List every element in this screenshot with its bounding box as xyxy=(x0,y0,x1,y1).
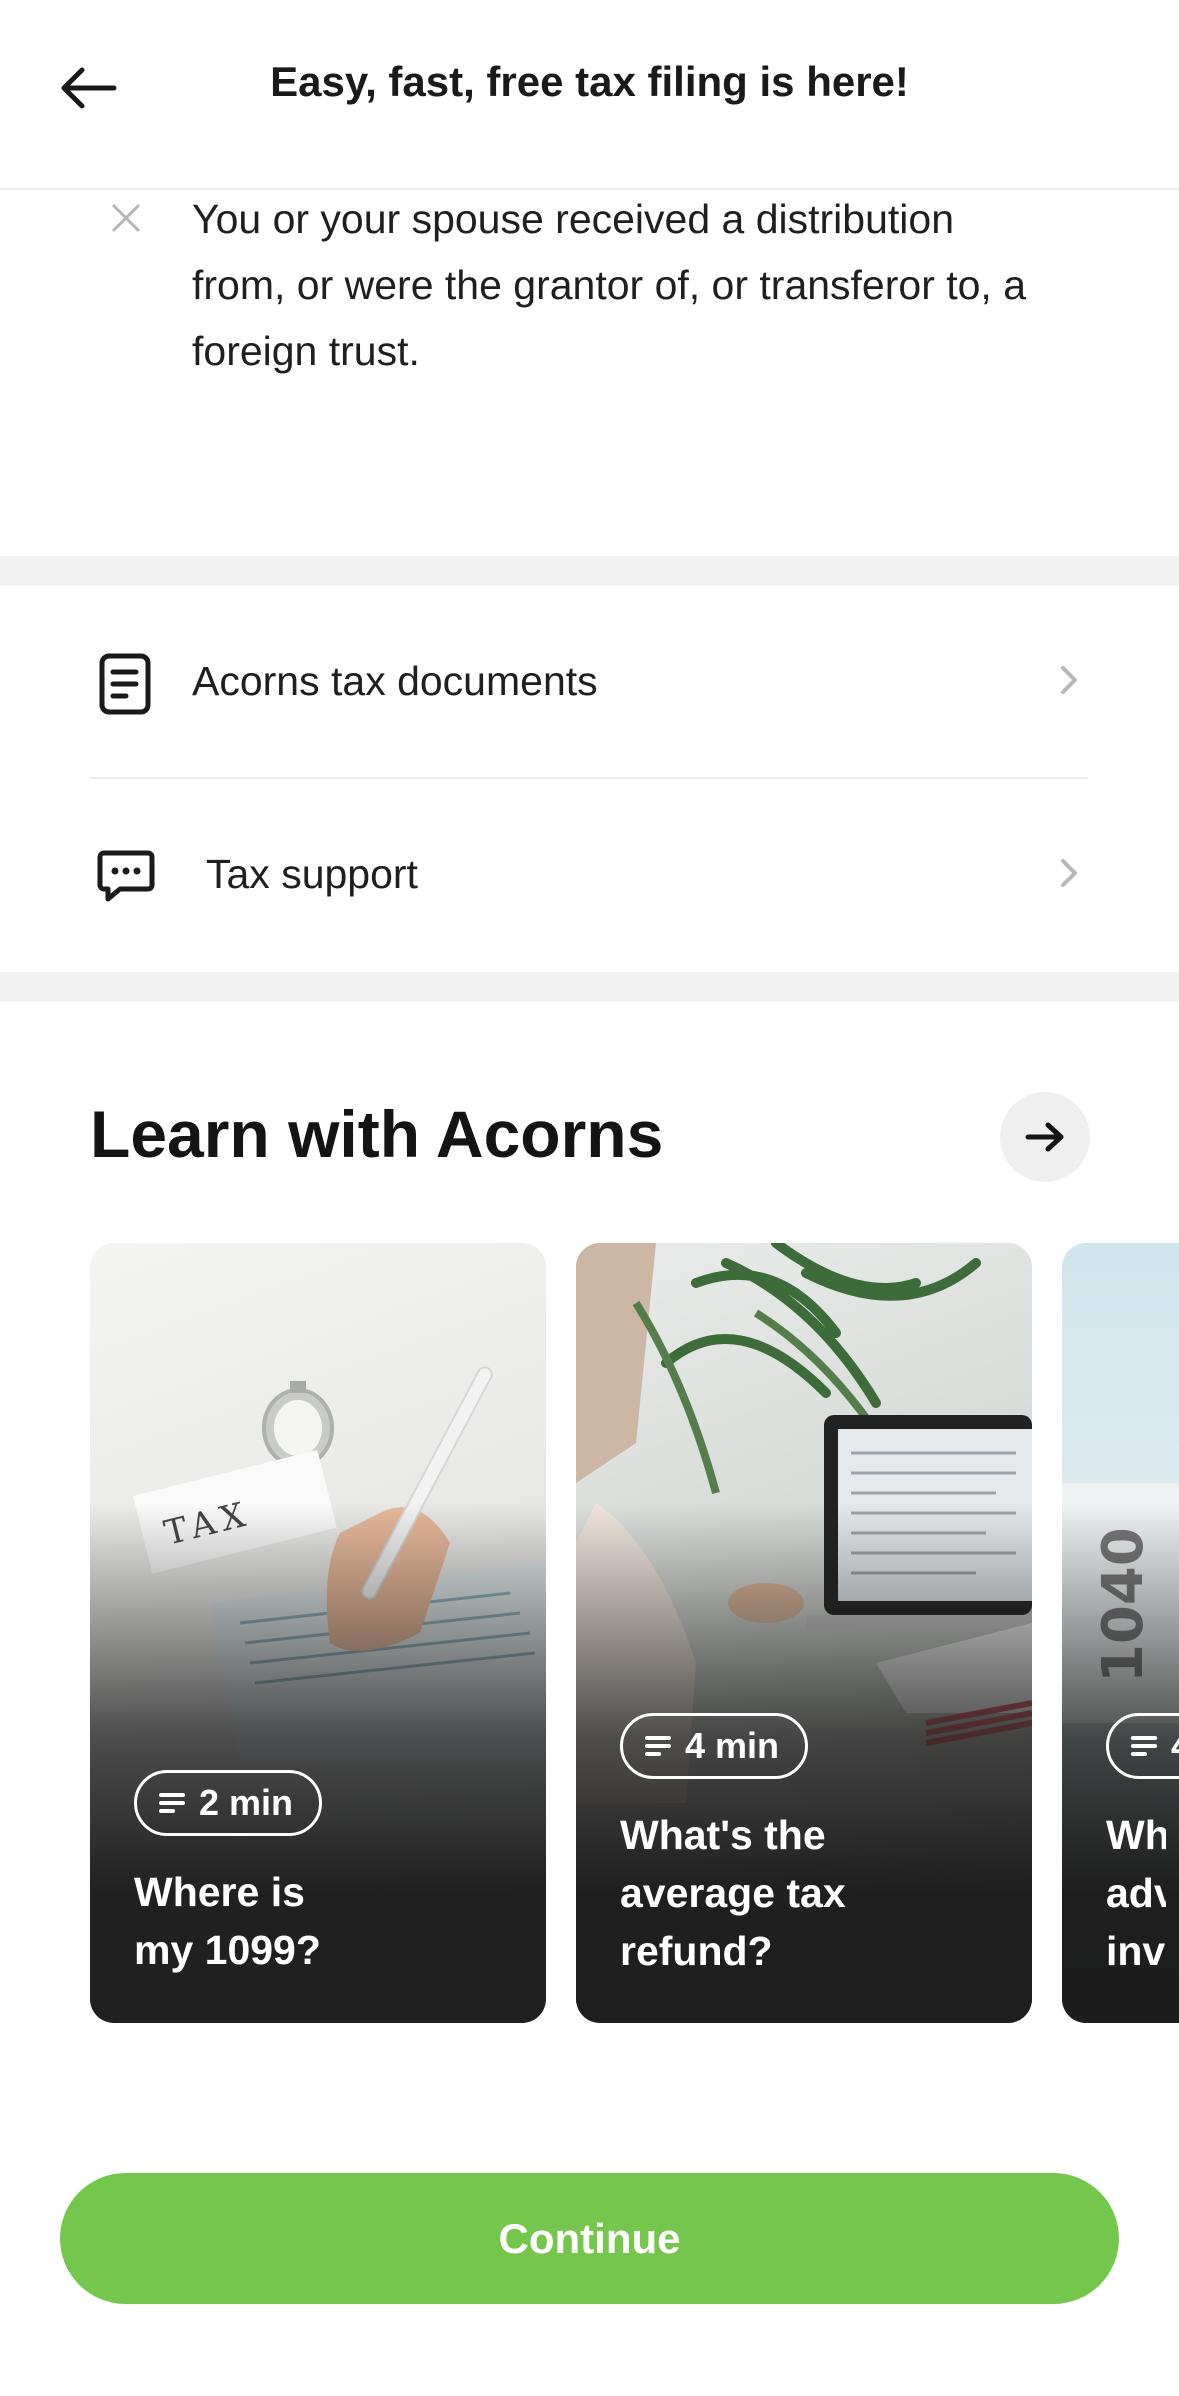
article-title: What's the average tax refund? xyxy=(620,1812,846,1974)
page-title: Easy, fast, free tax filing is here! xyxy=(270,58,909,105)
read-time-badge: 4 min xyxy=(620,1713,809,1779)
text-lines-icon xyxy=(645,1736,671,1756)
article-carousel[interactable]: TAX 2 min Where is my 1099? xyxy=(0,1243,1179,2023)
app-header: Easy, fast, free tax filing is here! xyxy=(0,0,1179,190)
link-row-tax-support[interactable]: Tax support xyxy=(0,779,1179,969)
continue-button[interactable]: Continue xyxy=(60,2173,1119,2304)
chevron-right-icon xyxy=(1061,666,1077,694)
criteria-text: You or your spouse received a distributi… xyxy=(192,196,1027,374)
arrow-right-icon xyxy=(1025,1122,1064,1152)
article-card[interactable]: TAX 2 min Where is my 1099? xyxy=(90,1243,546,2023)
chevron-right-icon xyxy=(1061,859,1077,887)
see-all-button[interactable] xyxy=(1000,1092,1090,1182)
read-time: 2 min xyxy=(199,1782,294,1823)
link-label-tax-support: Tax support xyxy=(206,851,418,897)
read-time: 4 min xyxy=(685,1725,780,1766)
link-row-tax-documents[interactable]: Acorns tax documents xyxy=(0,586,1179,776)
article-title: Where is my 1099? xyxy=(134,1869,321,1973)
read-time-badge: 4 xyxy=(1106,1713,1179,1779)
section-divider xyxy=(0,556,1179,586)
chat-bubble-icon xyxy=(97,850,155,902)
article-card[interactable]: 4 min What's the average tax refund? xyxy=(576,1243,1032,2023)
read-time: 4 xyxy=(1171,1725,1179,1767)
article-card[interactable]: 1040 4 Wha adv inve xyxy=(1062,1243,1179,2023)
section-divider xyxy=(0,972,1179,1002)
link-label-tax-documents: Acorns tax documents xyxy=(192,658,598,704)
text-lines-icon xyxy=(159,1793,185,1813)
text-lines-icon xyxy=(1131,1736,1157,1756)
learn-section-title: Learn with Acorns xyxy=(90,1097,664,1171)
close-icon xyxy=(112,204,140,232)
read-time-badge: 2 min xyxy=(134,1770,323,1836)
article-title: Wha adv inve xyxy=(1106,1812,1166,1974)
document-icon xyxy=(99,653,151,715)
